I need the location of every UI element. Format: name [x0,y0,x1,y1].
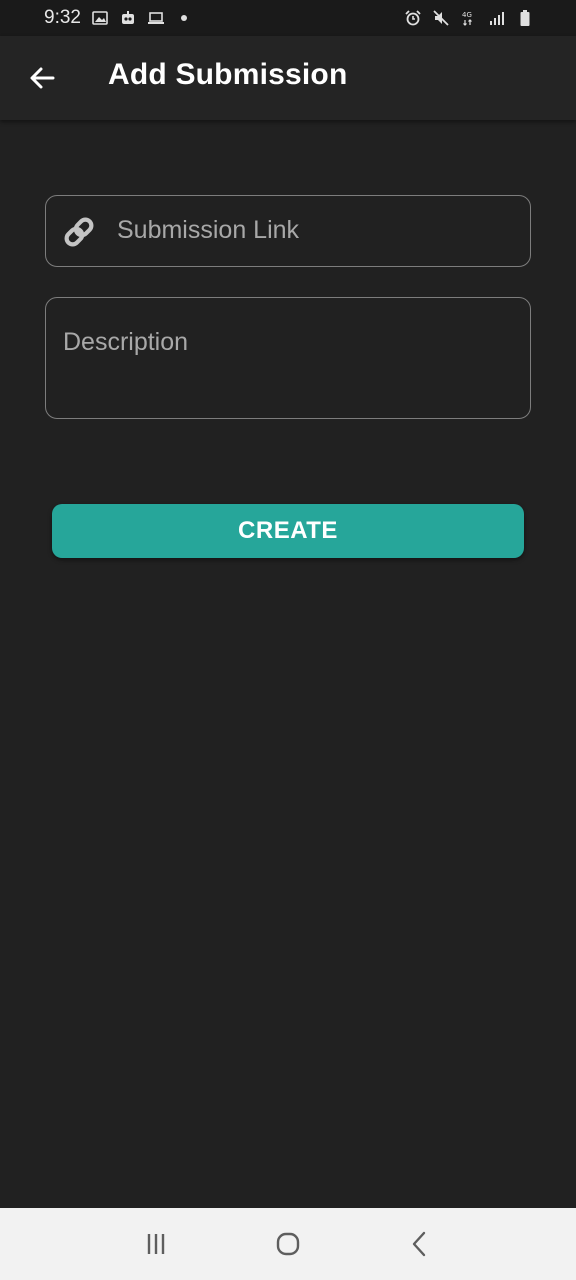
battery-icon [516,9,534,27]
description-field[interactable] [45,297,531,419]
signal-icon [488,9,506,27]
dot-icon [180,15,187,21]
alarm-icon [404,9,422,27]
image-icon [91,9,109,27]
recents-icon [147,1234,165,1254]
laptop-icon [147,9,165,27]
robot-icon [119,9,137,27]
recents-button[interactable] [126,1214,186,1274]
mute-icon [432,9,450,27]
submission-link-field[interactable] [45,195,531,267]
home-icon [276,1232,300,1256]
page-title: Add Submission [108,58,348,91]
arrow-back-icon [30,67,55,89]
app-bar: Add Submission [0,36,576,120]
add-submission-screen: 9:32 4G Add Submission Submission Link D… [0,0,576,1280]
system-back-button[interactable] [390,1214,450,1274]
status-left: 9:32 [44,7,187,29]
navigation-bar [0,1208,576,1280]
create-button[interactable]: CREATE [52,504,524,558]
back-button[interactable] [24,62,60,94]
status-time: 9:32 [44,7,81,28]
status-right: 4G [404,9,534,27]
svg-text:4G: 4G [462,11,472,19]
network-4g-icon: 4G [460,9,478,27]
link-icon [60,213,98,251]
description-input[interactable] [63,322,513,362]
status-bar: 9:32 4G [0,0,576,36]
back-icon [412,1231,426,1257]
submission-link-input[interactable] [117,210,517,250]
home-button[interactable] [258,1214,318,1274]
